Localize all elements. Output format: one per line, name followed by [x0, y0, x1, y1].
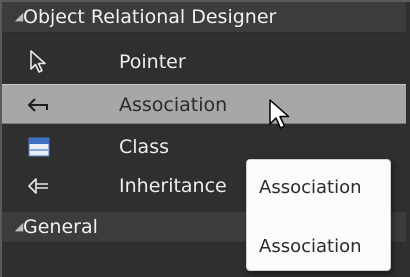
- toolbox-item-label: Association: [119, 94, 228, 116]
- tooltip: Association Association: [246, 159, 391, 271]
- tooltip-title: Association: [259, 177, 362, 198]
- group-title: Object Relational Designer: [23, 6, 277, 28]
- group-title: General: [23, 216, 98, 238]
- mouse-cursor-icon: [268, 98, 296, 132]
- toolbox-item-pointer[interactable]: Pointer: [2, 42, 406, 82]
- toolbox-item-label: Class: [119, 136, 169, 158]
- class-icon: [22, 127, 56, 167]
- toolbox-item-association[interactable]: Association: [2, 84, 406, 124]
- toolbox-item-label: Inheritance: [119, 175, 227, 197]
- association-arrow-icon: [22, 85, 56, 125]
- inheritance-arrow-icon: [22, 166, 56, 206]
- tooltip-description: Association: [259, 236, 362, 257]
- group-header-object-relational-designer[interactable]: ◢ Object Relational Designer: [2, 2, 406, 33]
- pointer-arrow-icon: [22, 42, 56, 82]
- toolbox-item-label: Pointer: [119, 51, 186, 73]
